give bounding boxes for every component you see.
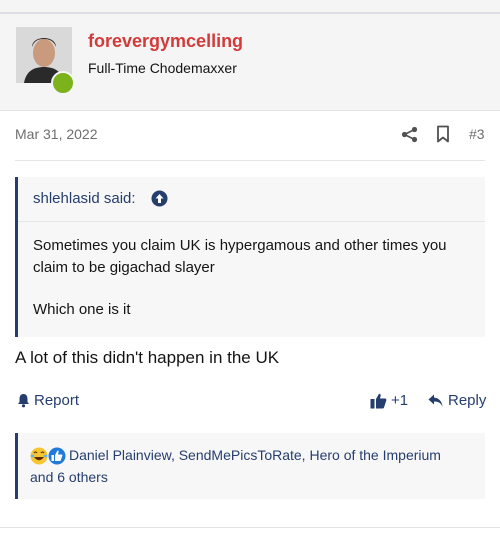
report-button[interactable]: Report [16, 392, 79, 409]
reactions-names[interactable]: Daniel Plainview, SendMePicsToRate, Hero… [69, 447, 441, 463]
quote-text: Sometimes you claim UK is hypergamous an… [33, 237, 447, 276]
top-bar [0, 0, 500, 14]
like-button[interactable]: +1 [370, 392, 408, 409]
divider [15, 160, 485, 161]
quote-header: shlehlasid said: [18, 177, 485, 222]
bookmark-icon[interactable] [436, 125, 450, 143]
post-message: A lot of this didn't happen in the UK [15, 348, 280, 367]
post-date[interactable]: Mar 31, 2022 [15, 126, 98, 142]
online-status-dot [51, 71, 75, 95]
reply-label: Reply [448, 392, 487, 409]
bell-icon [18, 394, 29, 408]
thumbs-up-icon [370, 393, 387, 408]
like-count: +1 [391, 392, 409, 409]
reactions-bar[interactable]: Daniel Plainview, SendMePicsToRate, Hero… [15, 433, 485, 499]
username-link[interactable]: forevergymcelling [88, 31, 243, 52]
reply-arrow-icon [428, 394, 443, 407]
quote-block: shlehlasid said: Sometimes you claim UK … [15, 177, 485, 337]
quote-text: Which one is it [33, 301, 131, 318]
reply-button[interactable]: Reply [428, 392, 486, 409]
reactions-others[interactable]: and 6 others [30, 469, 108, 485]
divider [0, 527, 500, 528]
laughing-emoji-icon [30, 447, 48, 465]
post-number-link[interactable]: #3 [469, 126, 485, 142]
user-title: Full-Time Chodemaxxer [88, 60, 237, 76]
post-user-header: forevergymcelling Full-Time Chodemaxxer [0, 14, 500, 111]
like-reaction-icon [48, 447, 66, 465]
report-label: Report [34, 392, 80, 409]
reaction-icons [30, 447, 66, 465]
quote-author[interactable]: shlehlasid said: [33, 190, 136, 207]
arrow-up-circle-icon[interactable] [151, 190, 168, 207]
share-icon[interactable] [401, 126, 418, 143]
